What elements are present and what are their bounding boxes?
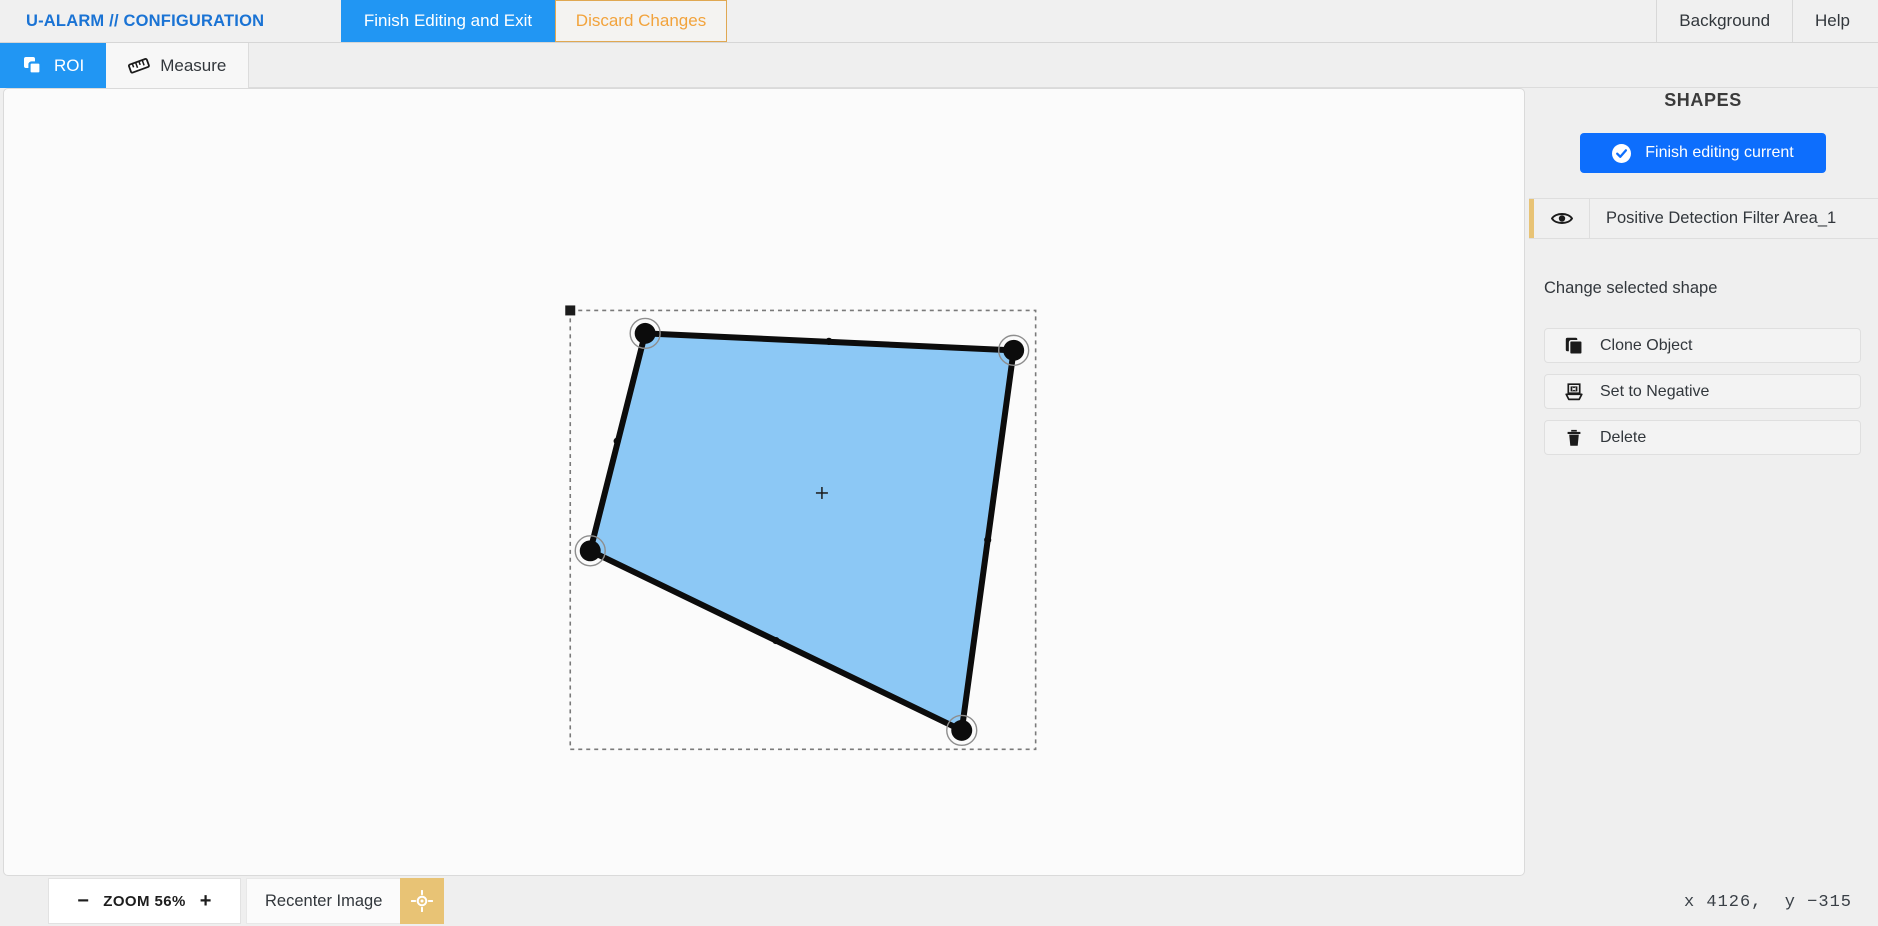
zoom-out-button[interactable]: − [77, 891, 89, 911]
trash-icon [1565, 429, 1583, 447]
cursor-coordinates-readout: x 4126, y −315 [1683, 892, 1852, 912]
finish-editing-and-exit-button[interactable]: Finish Editing and Exit [341, 0, 555, 42]
bbox-resize-handle [565, 305, 576, 316]
shapes-sidebar: SHAPES Finish editing current Positive D… [1528, 88, 1878, 876]
polygon-vertex-handle[interactable] [579, 540, 601, 562]
topbar-spacer [727, 0, 1658, 42]
top-header-bar: U-ALARM // CONFIGURATION Finish Editing … [0, 0, 1878, 43]
help-menu-item[interactable]: Help [1793, 0, 1878, 42]
edge-midpoint-handle[interactable] [772, 637, 780, 645]
shape-action-list: Clone Object Set to Negative Delete [1528, 328, 1878, 455]
delete-button[interactable]: Delete [1544, 420, 1861, 455]
ruler-icon [128, 56, 151, 76]
tab-measure-label: Measure [160, 55, 227, 75]
set-to-negative-button[interactable]: Set to Negative [1544, 374, 1861, 409]
check-circle-icon [1612, 143, 1632, 163]
negative-box-icon [1565, 382, 1583, 401]
finish-editing-current-label: Finish editing current [1645, 144, 1794, 161]
zoom-in-button[interactable]: + [200, 891, 212, 911]
edge-midpoint-handle[interactable] [613, 437, 621, 445]
clone-object-label: Clone Object [1600, 336, 1693, 354]
polygon-vertex-handle[interactable] [634, 322, 656, 344]
crosshair-target-icon[interactable] [400, 878, 445, 924]
edge-midpoint-handle[interactable] [825, 337, 833, 345]
clone-icon [22, 56, 44, 76]
clone-object-button[interactable]: Clone Object [1544, 328, 1861, 363]
change-selected-shape-label: Change selected shape [1544, 279, 1718, 297]
bottombar-spacer [444, 878, 1684, 926]
recenter-image-control: Recenter Image [246, 878, 445, 924]
tab-measure[interactable]: Measure [106, 43, 250, 88]
edge-midpoint-handle[interactable] [984, 536, 992, 544]
shape-list-item[interactable]: Positive Detection Filter Area_1 [1529, 198, 1878, 239]
recenter-image-label[interactable]: Recenter Image [246, 878, 401, 924]
roi-canvas-svg[interactable] [4, 89, 1524, 875]
eye-icon[interactable] [1534, 199, 1590, 238]
app-brand-title: U-ALARM // CONFIGURATION [26, 11, 265, 30]
zoom-level-label: ZOOM 56% [103, 892, 186, 910]
roi-polygon [587, 330, 1017, 734]
copy-icon [1565, 337, 1583, 355]
finish-editing-current-button[interactable]: Finish editing current [1580, 133, 1826, 173]
tab-roi-label: ROI [54, 55, 85, 75]
tab-roi[interactable]: ROI [0, 43, 107, 88]
background-menu-item[interactable]: Background [1657, 0, 1794, 42]
sidebar-title: SHAPES [1664, 90, 1742, 110]
bottom-status-bar: − ZOOM 56% + Recenter Image x 4126, y −3… [0, 878, 1878, 926]
roi-canvas-panel[interactable] [3, 88, 1525, 876]
polygon-vertex-handle[interactable] [1003, 339, 1025, 361]
set-to-negative-label: Set to Negative [1600, 382, 1710, 400]
tool-tab-strip: ROI Measure [0, 43, 1878, 88]
tab-strip-filler [249, 43, 1878, 88]
polygon-vertex-handle[interactable] [951, 719, 973, 741]
delete-label: Delete [1600, 428, 1647, 446]
shape-name-label: Positive Detection Filter Area_1 [1606, 209, 1837, 227]
zoom-control: − ZOOM 56% + [48, 878, 241, 924]
discard-changes-button[interactable]: Discard Changes [555, 0, 727, 42]
